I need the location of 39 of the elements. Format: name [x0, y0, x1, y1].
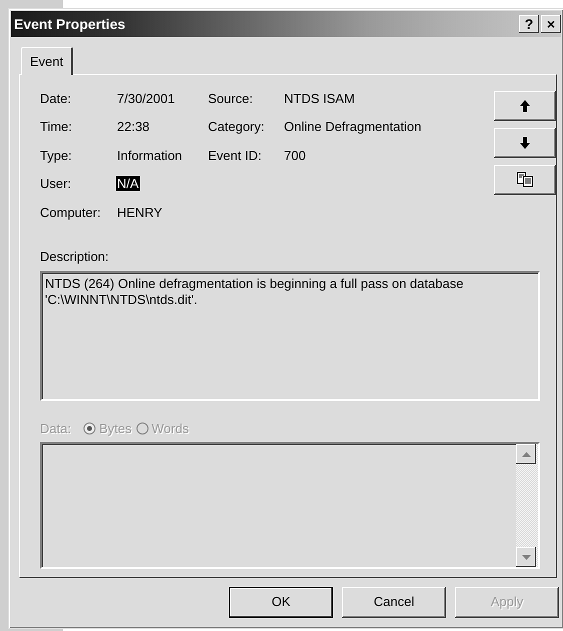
field-label: Date: [40, 90, 72, 108]
copy-button[interactable] [494, 164, 556, 194]
field-label: Time: [40, 118, 74, 136]
field-value: HENRY [116, 204, 164, 220]
scrollbar[interactable] [516, 444, 538, 567]
scroll-up-button[interactable] [516, 444, 536, 464]
up-arrow-icon [520, 100, 530, 112]
window-title: Event Properties [14, 14, 126, 34]
down-arrow-icon [520, 136, 530, 148]
next-button[interactable] [494, 128, 556, 158]
up-triangle-icon [522, 452, 530, 456]
radio-label: Bytes [99, 420, 132, 438]
tab[interactable]: Event [21, 47, 74, 74]
close-button[interactable]: × [541, 15, 561, 33]
data-box[interactable] [40, 442, 540, 569]
field-label: Type: [40, 146, 73, 165]
radio-label: Words [152, 420, 189, 438]
field-label: Computer: [40, 204, 102, 222]
field-value: 7/30/2001 [116, 90, 176, 106]
copy-icon [517, 172, 533, 187]
field-value: N/A [116, 176, 140, 191]
field-label: Event ID: [208, 146, 262, 164]
description-box[interactable]: NTDS (264) Online defragmentation is beginning a full pass on database 'C:\WINNT\NTDS\ntds.dit'. [40, 270, 540, 400]
field-label: User: [40, 175, 72, 193]
description-label: Description: [40, 248, 110, 266]
field-value: 700 [283, 148, 307, 162]
field-value: 22:38 [116, 119, 151, 134]
field-label: Source: [208, 90, 254, 108]
dialog-button[interactable]: OK [229, 586, 333, 618]
field-value: Information [116, 148, 184, 162]
previous-button[interactable] [494, 90, 556, 120]
field-label: Category: [208, 118, 266, 136]
dialog-button[interactable]: Cancel [342, 586, 446, 618]
field-value: NTDS ISAM [283, 90, 356, 106]
down-triangle-icon [522, 554, 530, 560]
help-button[interactable]: ? [519, 15, 539, 33]
data-label: Data: [40, 420, 72, 438]
scroll-down-button[interactable] [516, 547, 536, 567]
field-value: Online Defragmentation [283, 119, 422, 134]
